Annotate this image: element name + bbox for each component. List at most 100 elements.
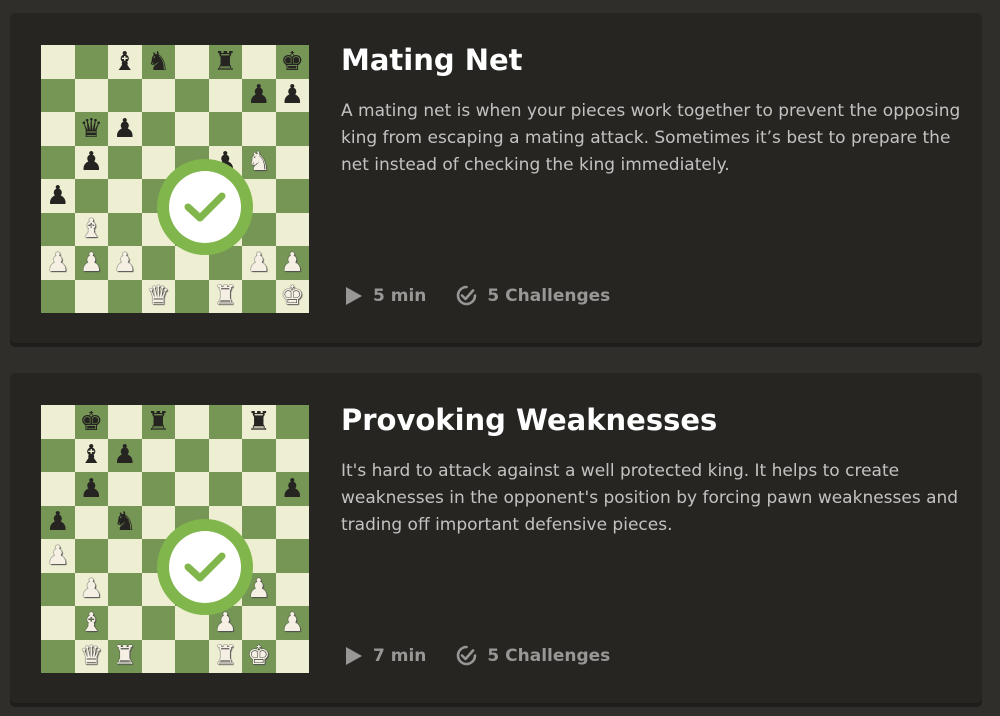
board-square	[41, 572, 75, 606]
black-queen-icon: ♛	[79, 113, 103, 144]
duration-label: 5 min	[373, 285, 427, 306]
board-square: ♜	[208, 45, 242, 79]
board-square	[141, 606, 175, 640]
completed-badge	[157, 519, 253, 615]
board-square	[41, 78, 75, 112]
white-queen-icon: ♛	[146, 281, 170, 312]
board-square: ♛	[74, 112, 108, 146]
black-rook-icon: ♜	[146, 406, 170, 437]
completed-badge	[157, 159, 253, 255]
board-square	[41, 112, 75, 146]
white-pawn-icon: ♟	[46, 247, 70, 278]
checkmark-icon	[184, 192, 226, 222]
checkmark-icon	[184, 552, 226, 582]
white-pawn-icon: ♟	[79, 574, 103, 605]
board-square: ♜	[208, 639, 242, 673]
check-circle-icon	[457, 285, 477, 306]
board-square	[208, 472, 242, 506]
white-pawn-icon: ♟	[247, 247, 271, 278]
board-square: ♜	[141, 405, 175, 439]
board-square	[141, 438, 175, 472]
board-square: ♟	[275, 606, 309, 640]
board-square	[108, 539, 142, 573]
black-pawn-icon: ♟	[113, 440, 137, 471]
black-pawn-icon: ♟	[79, 473, 103, 504]
board-square: ♚	[275, 45, 309, 79]
board-square	[74, 179, 108, 213]
white-knight-icon: ♞	[247, 147, 271, 178]
board-square	[175, 279, 209, 313]
white-queen-icon: ♛	[79, 641, 103, 672]
board-square: ♝	[108, 45, 142, 79]
board-square: ♟	[74, 572, 108, 606]
board-square: ♛	[141, 279, 175, 313]
black-bishop-icon: ♝	[113, 46, 137, 77]
board-square	[141, 246, 175, 280]
board-square	[108, 405, 142, 439]
board-square: ♟	[275, 472, 309, 506]
lesson-description: A mating net is when your pieces work to…	[341, 101, 961, 175]
board-square	[41, 639, 75, 673]
board-square	[175, 45, 209, 79]
lesson-title[interactable]: Provoking Weaknesses	[341, 403, 717, 437]
board-square	[41, 438, 75, 472]
duration-label: 7 min	[373, 645, 427, 666]
board-square: ♚	[242, 639, 276, 673]
white-rook-icon: ♜	[213, 641, 237, 672]
board-square: ♝	[74, 438, 108, 472]
lesson-description: It's hard to attack against a well prote…	[341, 461, 959, 535]
board-square	[275, 438, 309, 472]
lesson-card-mating-net[interactable]: ♝♞♜♚♟♟♛♟♟♟♞♟♟♝♟♟♟♟♟♛♜♚ Mating Net A mati…	[10, 13, 982, 343]
board-square: ♟	[242, 246, 276, 280]
board-square: ♟	[275, 246, 309, 280]
white-pawn-icon: ♟	[280, 247, 304, 278]
board-square	[242, 606, 276, 640]
board-square: ♟	[108, 246, 142, 280]
board-square	[74, 78, 108, 112]
lesson-meta: 5 min 5 Challenges	[343, 285, 610, 306]
duration: 7 min	[343, 646, 426, 666]
challenges-count: 5 Challenges	[456, 645, 610, 666]
board-square	[242, 279, 276, 313]
board-square	[108, 145, 142, 179]
board-square	[275, 572, 309, 606]
lesson-card-provoking-weaknesses[interactable]: ♚♜♜♝♟♟♟♟♞♟♟♟♟♝♟♟♛♜♜♚ Provoking Weaknesse…	[10, 373, 982, 703]
board-square	[275, 405, 309, 439]
board-square	[175, 405, 209, 439]
board-square	[41, 212, 75, 246]
board-square: ♞	[242, 145, 276, 179]
board-square: ♞	[108, 505, 142, 539]
board-square	[275, 212, 309, 246]
board-square	[208, 78, 242, 112]
board-square: ♚	[275, 279, 309, 313]
board-square	[275, 539, 309, 573]
board-square	[275, 112, 309, 146]
white-rook-icon: ♜	[213, 281, 237, 312]
board-square: ♜	[208, 279, 242, 313]
challenges-label: 5 Challenges	[487, 285, 611, 306]
black-pawn-icon: ♟	[247, 80, 271, 111]
board-square	[175, 639, 209, 673]
board-square	[208, 112, 242, 146]
white-king-icon: ♚	[247, 641, 271, 672]
board-square	[275, 145, 309, 179]
board-square	[41, 145, 75, 179]
black-king-icon: ♚	[280, 46, 304, 77]
board-square	[41, 279, 75, 313]
white-pawn-icon: ♟	[280, 607, 304, 638]
black-bishop-icon: ♝	[79, 440, 103, 471]
lesson-meta: 7 min 5 Challenges	[343, 645, 610, 666]
board-square	[41, 606, 75, 640]
board-square	[108, 212, 142, 246]
board-square	[175, 112, 209, 146]
black-pawn-icon: ♟	[113, 113, 137, 144]
black-rook-icon: ♜	[213, 46, 237, 77]
lesson-title[interactable]: Mating Net	[341, 43, 523, 77]
black-knight-icon: ♞	[113, 507, 137, 538]
board-square	[108, 279, 142, 313]
board-square: ♟	[41, 179, 75, 213]
board-square	[41, 405, 75, 439]
board-square	[175, 78, 209, 112]
board-square	[208, 405, 242, 439]
board-square: ♟	[41, 539, 75, 573]
